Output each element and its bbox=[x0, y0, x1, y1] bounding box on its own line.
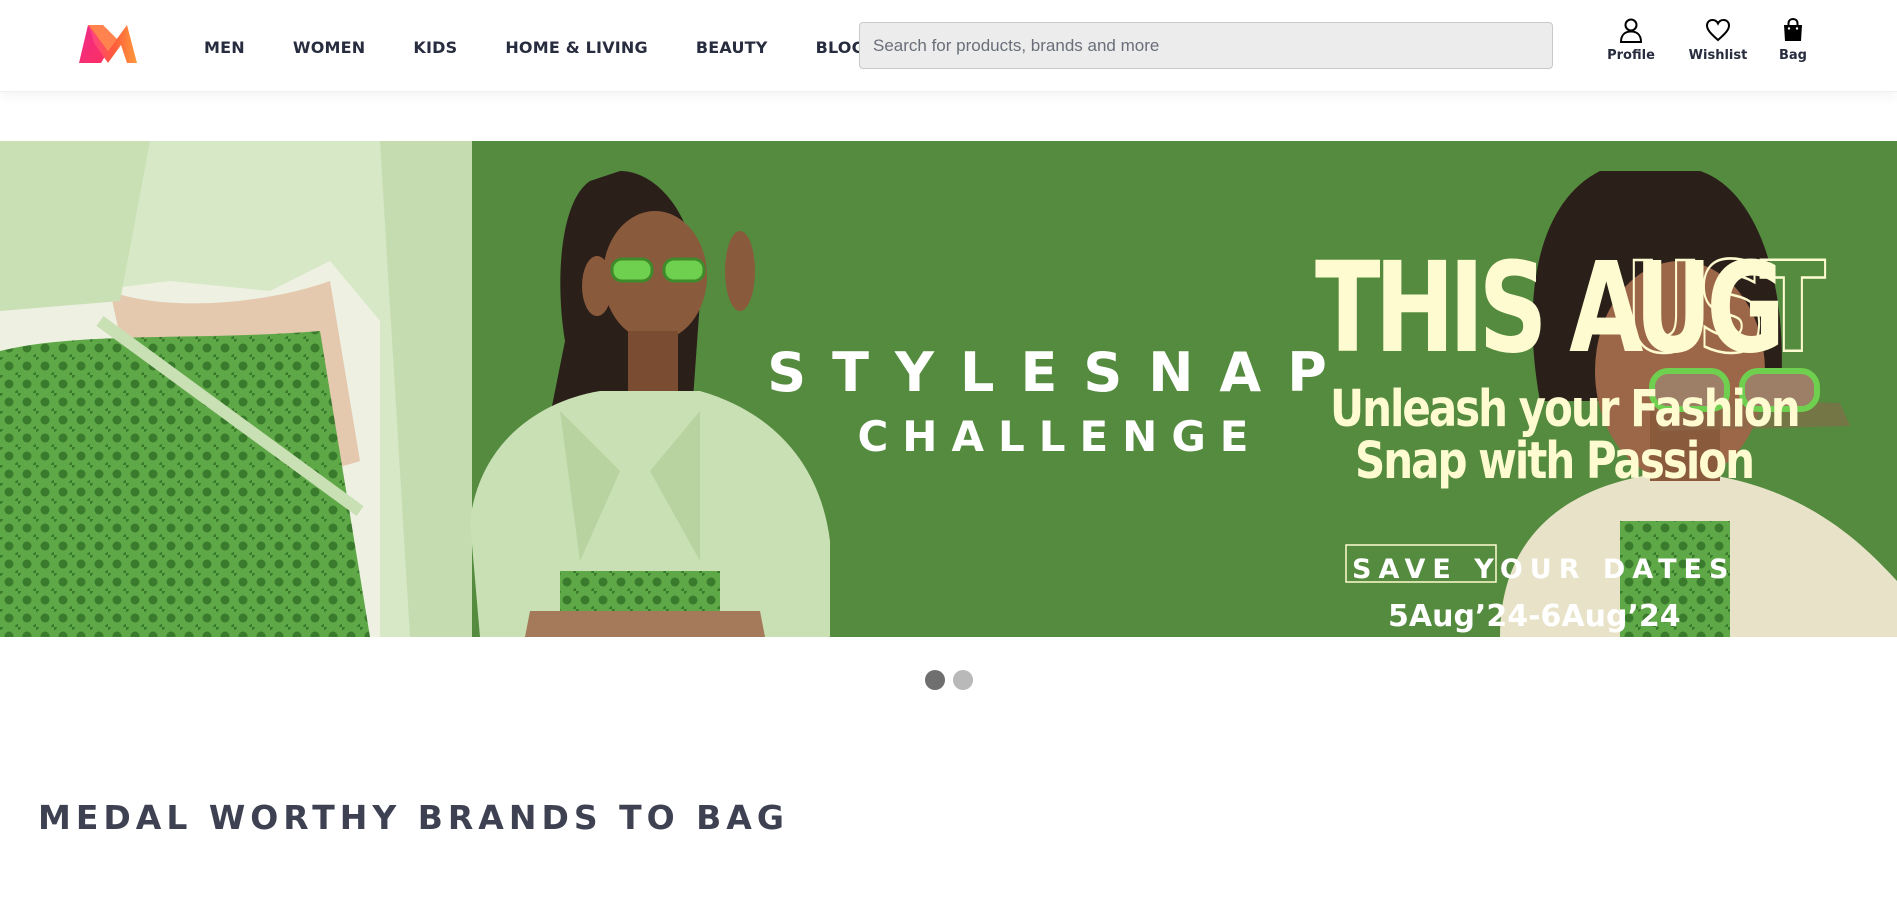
carousel-dot-1[interactable] bbox=[925, 670, 945, 690]
banner-this-august-outline: UST bbox=[1625, 237, 1826, 382]
profile-button[interactable]: Profile bbox=[1606, 16, 1656, 63]
banner-artwork: STYLESNAP CHALLENGE THIS AUG UST Unleash… bbox=[0, 141, 1897, 637]
hero-banner[interactable]: STYLESNAP CHALLENGE THIS AUG UST Unleash… bbox=[0, 141, 1897, 637]
banner-tagline-2: Snap with Passion bbox=[1355, 431, 1753, 490]
header-actions: Profile Wishlist Bag bbox=[0, 16, 1897, 76]
profile-icon bbox=[1619, 18, 1643, 43]
banner-tagline-1: Unleash your Fashion bbox=[1330, 379, 1799, 438]
profile-label: Profile bbox=[1607, 48, 1655, 63]
wishlist-button[interactable]: Wishlist bbox=[1688, 16, 1748, 63]
bag-button[interactable]: Bag bbox=[1772, 16, 1814, 63]
section-title: MEDAL WORTHY BRANDS TO BAG bbox=[38, 798, 789, 837]
bag-icon bbox=[1784, 17, 1802, 41]
carousel-dots bbox=[925, 670, 973, 690]
banner-save-dates: SAVE YOUR DATES bbox=[1352, 554, 1735, 585]
banner-headline-challenge: CHALLENGE bbox=[857, 412, 1262, 461]
header: MEN WOMEN KIDS HOME & LIVING BEAUTY BLOG… bbox=[0, 0, 1897, 92]
banner-headline-stylesnap: STYLESNAP bbox=[767, 341, 1353, 404]
bag-label: Bag bbox=[1779, 48, 1807, 63]
banner-dates: 5Aug’24-6Aug’24 bbox=[1388, 599, 1681, 634]
wishlist-label: Wishlist bbox=[1688, 48, 1748, 63]
carousel-dot-2[interactable] bbox=[953, 670, 973, 690]
heart-icon bbox=[1705, 18, 1731, 42]
banner-model-left bbox=[0, 141, 472, 637]
